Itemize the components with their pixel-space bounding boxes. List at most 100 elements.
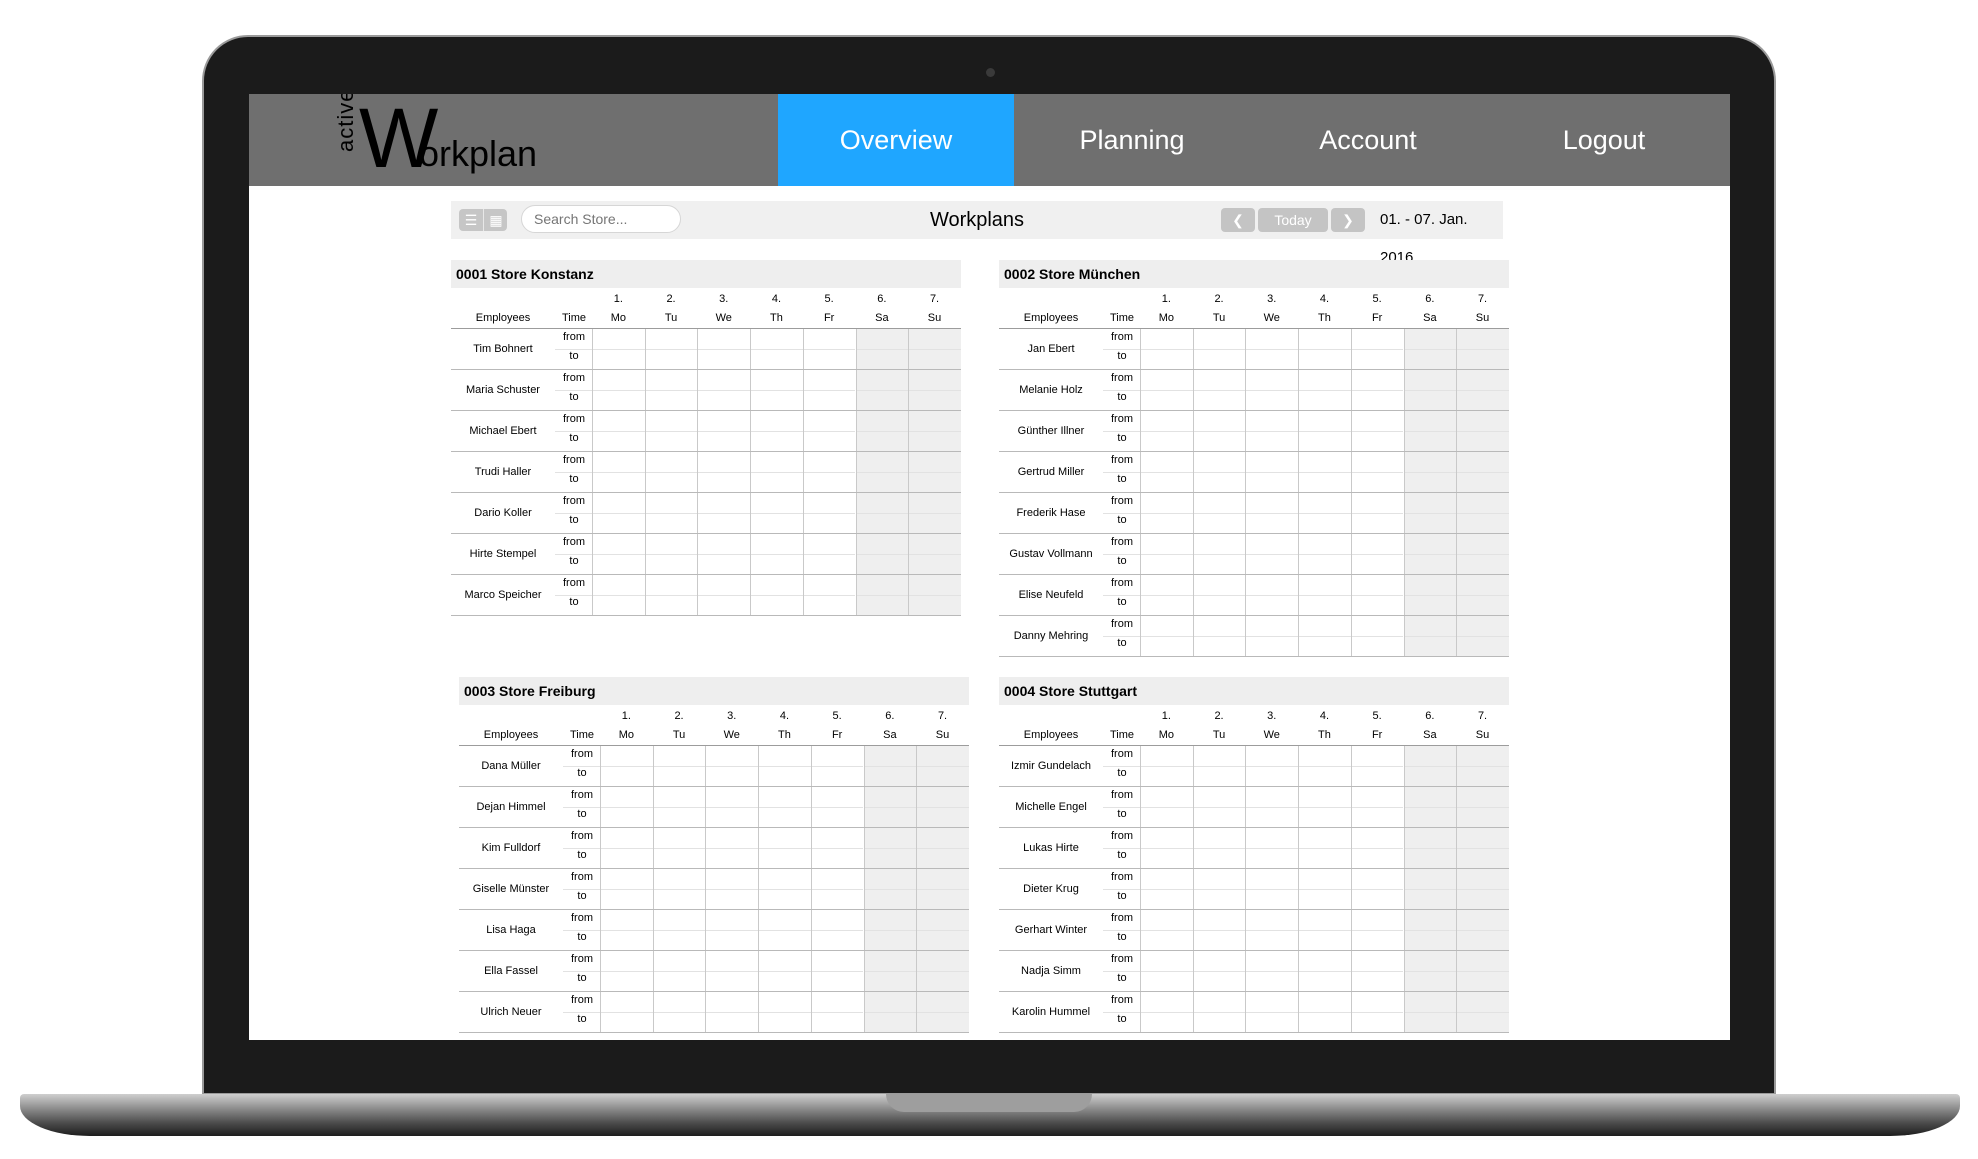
- shift-cell[interactable]: [1456, 951, 1509, 991]
- shift-cell[interactable]: [705, 746, 759, 786]
- shift-cell[interactable]: [810, 992, 864, 1032]
- shift-cell[interactable]: [1192, 910, 1246, 950]
- chevron-left-icon[interactable]: ❮: [1221, 208, 1255, 232]
- shift-cell[interactable]: [1140, 616, 1193, 656]
- shift-cell[interactable]: [1298, 370, 1351, 410]
- shift-cell[interactable]: [1403, 575, 1457, 615]
- shift-cell[interactable]: [1350, 575, 1404, 615]
- shift-cell[interactable]: [810, 746, 864, 786]
- shift-cell[interactable]: [1192, 329, 1246, 369]
- shift-cell[interactable]: [644, 452, 698, 492]
- shift-cell[interactable]: [1350, 951, 1404, 991]
- shift-cell[interactable]: [1245, 452, 1299, 492]
- shift-cell[interactable]: [855, 329, 909, 369]
- shift-cell[interactable]: [810, 910, 864, 950]
- shift-cell[interactable]: [863, 828, 917, 868]
- shift-cell[interactable]: [908, 452, 961, 492]
- shift-cell[interactable]: [810, 951, 864, 991]
- shift-cell[interactable]: [863, 951, 917, 991]
- shift-cell[interactable]: [758, 910, 811, 950]
- shift-cell[interactable]: [1192, 828, 1246, 868]
- shift-cell[interactable]: [600, 910, 653, 950]
- shift-cell[interactable]: [697, 575, 751, 615]
- shift-cell[interactable]: [802, 452, 856, 492]
- shift-cell[interactable]: [652, 869, 706, 909]
- shift-cell[interactable]: [1192, 746, 1246, 786]
- shift-cell[interactable]: [802, 575, 856, 615]
- shift-cell[interactable]: [855, 575, 909, 615]
- shift-cell[interactable]: [1298, 787, 1351, 827]
- shift-cell[interactable]: [1298, 869, 1351, 909]
- shift-cell[interactable]: [1456, 575, 1509, 615]
- shift-cell[interactable]: [750, 329, 803, 369]
- shift-cell[interactable]: [705, 787, 759, 827]
- shift-cell[interactable]: [758, 992, 811, 1032]
- shift-cell[interactable]: [1192, 534, 1246, 574]
- shift-cell[interactable]: [1245, 869, 1299, 909]
- shift-cell[interactable]: [1298, 951, 1351, 991]
- shift-cell[interactable]: [1403, 370, 1457, 410]
- shift-cell[interactable]: [1403, 746, 1457, 786]
- shift-cell[interactable]: [1350, 534, 1404, 574]
- shift-cell[interactable]: [1456, 534, 1509, 574]
- shift-cell[interactable]: [810, 869, 864, 909]
- shift-cell[interactable]: [592, 575, 645, 615]
- shift-cell[interactable]: [750, 452, 803, 492]
- shift-cell[interactable]: [1350, 828, 1404, 868]
- shift-cell[interactable]: [592, 452, 645, 492]
- shift-cell[interactable]: [1403, 951, 1457, 991]
- shift-cell[interactable]: [855, 534, 909, 574]
- shift-cell[interactable]: [758, 869, 811, 909]
- nav-account[interactable]: Account: [1250, 94, 1486, 186]
- shift-cell[interactable]: [1403, 616, 1457, 656]
- shift-cell[interactable]: [644, 370, 698, 410]
- shift-cell[interactable]: [1245, 616, 1299, 656]
- shift-cell[interactable]: [1298, 910, 1351, 950]
- shift-cell[interactable]: [1192, 951, 1246, 991]
- shift-cell[interactable]: [1456, 370, 1509, 410]
- shift-cell[interactable]: [863, 910, 917, 950]
- shift-cell[interactable]: [750, 534, 803, 574]
- shift-cell[interactable]: [1140, 534, 1193, 574]
- shift-cell[interactable]: [802, 411, 856, 451]
- shift-cell[interactable]: [855, 452, 909, 492]
- shift-cell[interactable]: [758, 828, 811, 868]
- shift-cell[interactable]: [1456, 616, 1509, 656]
- shift-cell[interactable]: [1192, 411, 1246, 451]
- shift-cell[interactable]: [1403, 828, 1457, 868]
- list-view-icon[interactable]: ☰: [459, 209, 483, 231]
- shift-cell[interactable]: [1350, 370, 1404, 410]
- shift-cell[interactable]: [644, 411, 698, 451]
- shift-cell[interactable]: [916, 869, 969, 909]
- shift-cell[interactable]: [916, 787, 969, 827]
- shift-cell[interactable]: [644, 329, 698, 369]
- shift-cell[interactable]: [705, 992, 759, 1032]
- shift-cell[interactable]: [1298, 411, 1351, 451]
- shift-cell[interactable]: [1350, 411, 1404, 451]
- shift-cell[interactable]: [863, 787, 917, 827]
- shift-cell[interactable]: [1403, 452, 1457, 492]
- shift-cell[interactable]: [750, 370, 803, 410]
- shift-cell[interactable]: [810, 787, 864, 827]
- shift-cell[interactable]: [1140, 828, 1193, 868]
- shift-cell[interactable]: [1140, 452, 1193, 492]
- shift-cell[interactable]: [1192, 992, 1246, 1032]
- shift-cell[interactable]: [810, 828, 864, 868]
- shift-cell[interactable]: [697, 329, 751, 369]
- shift-cell[interactable]: [600, 828, 653, 868]
- shift-cell[interactable]: [908, 370, 961, 410]
- shift-cell[interactable]: [1456, 787, 1509, 827]
- grid-view-icon[interactable]: ▦: [483, 209, 508, 231]
- shift-cell[interactable]: [855, 411, 909, 451]
- shift-cell[interactable]: [908, 329, 961, 369]
- shift-cell[interactable]: [1140, 787, 1193, 827]
- shift-cell[interactable]: [1192, 452, 1246, 492]
- shift-cell[interactable]: [592, 534, 645, 574]
- shift-cell[interactable]: [908, 575, 961, 615]
- shift-cell[interactable]: [1245, 493, 1299, 533]
- shift-cell[interactable]: [592, 493, 645, 533]
- shift-cell[interactable]: [750, 575, 803, 615]
- shift-cell[interactable]: [758, 746, 811, 786]
- shift-cell[interactable]: [1403, 869, 1457, 909]
- shift-cell[interactable]: [1192, 869, 1246, 909]
